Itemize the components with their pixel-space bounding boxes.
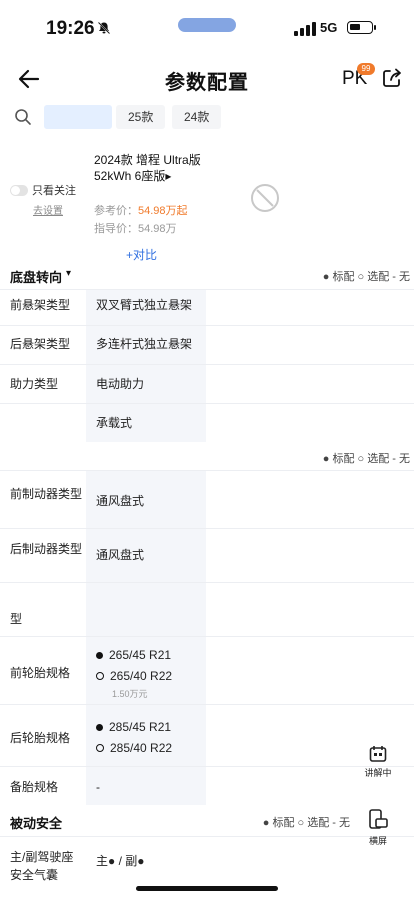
rotate-screen-icon — [369, 809, 388, 829]
network-type: 5G — [320, 20, 338, 35]
explain-button[interactable]: 讲解中 — [358, 744, 398, 788]
divider — [0, 364, 414, 365]
section-title[interactable]: 被动安全 — [10, 813, 62, 832]
tire-option-text: 285/45 R21 — [109, 720, 172, 734]
only-focus-toggle[interactable]: 只看关注 — [10, 182, 76, 198]
row-label: 助力类型 — [10, 377, 59, 391]
divider — [0, 325, 414, 326]
tire-option: 285/45 R21 — [96, 720, 171, 734]
tire-option-text: 285/40 R22 — [110, 741, 173, 755]
tire-option-text: 265/40 R22 — [110, 669, 173, 683]
toggle-switch[interactable] — [10, 184, 28, 196]
tire-option: 285/40 R22 — [96, 741, 172, 755]
guide-price-label: 指导价： — [94, 223, 138, 235]
divider — [0, 403, 414, 404]
bell-muted-icon — [97, 21, 111, 35]
year-chip-24[interactable]: 24款 — [172, 105, 222, 129]
optional-dot-icon — [96, 744, 104, 752]
divider — [0, 636, 414, 637]
share-icon[interactable] — [381, 67, 403, 89]
search-input[interactable] — [44, 105, 112, 129]
row-label: 前制动器类型 — [10, 487, 83, 501]
home-indicator — [136, 886, 278, 891]
reference-price-value[interactable]: 54.98万起 — [138, 205, 188, 217]
divider — [0, 289, 414, 290]
search-row: 25款 24款 — [0, 104, 414, 130]
divider — [0, 582, 414, 583]
battery-tip — [374, 25, 376, 30]
divider — [0, 766, 414, 767]
divider — [0, 470, 414, 471]
divider — [0, 704, 414, 705]
calendar-icon — [369, 746, 387, 762]
explain-label: 讲解中 — [364, 768, 392, 778]
row-value: 通风盘式 — [96, 494, 145, 508]
row-label: 主/副驾驶座安全气囊 — [10, 850, 74, 882]
divider — [0, 836, 414, 837]
nav-bar: 参数配置 PK 99 — [0, 58, 414, 102]
landscape-label: 横屏 — [368, 836, 387, 846]
go-settings-link[interactable]: 去设置 — [33, 202, 63, 217]
guide-price-value: 54.98万 — [138, 223, 177, 235]
tire-option: 265/45 R21 — [96, 648, 171, 662]
legend: ● 标配 ○ 选配 - 无 — [322, 271, 410, 283]
row-value: - — [96, 780, 100, 794]
standard-dot-icon — [96, 651, 103, 659]
clock: 19:26 — [46, 18, 95, 39]
optional-dot-icon — [96, 672, 104, 680]
row-value: 通风盘式 — [96, 548, 145, 562]
section-title[interactable]: 底盘转向 — [10, 267, 62, 286]
row-label: 前悬架类型 — [10, 298, 71, 312]
caret-down-icon[interactable]: ▾ — [66, 268, 71, 279]
option-price: 1.50万元 — [112, 689, 148, 699]
legend: ● 标配 ○ 选配 - 无 — [322, 453, 410, 465]
row-value: 承载式 — [96, 416, 133, 430]
row-value: 多连杆式独立悬架 — [96, 337, 193, 351]
standard-dot-icon — [96, 723, 103, 731]
status-bar: 19:26 5G — [0, 0, 414, 58]
tire-option-text: 265/45 R21 — [109, 648, 172, 662]
pk-count-badge: 99 — [357, 63, 375, 75]
car-name[interactable]: 2024款 增程 Ultra版 52kWh 6座版▸ — [94, 152, 206, 184]
signal-icon — [294, 22, 316, 36]
row-label: 型 — [10, 612, 23, 626]
section-chassis: 底盘转向 ▾ ● 标配 ○ 选配 - 无 — [0, 264, 414, 288]
section-passive-safety: 被动安全 ● 标配 ○ 选配 - 无 — [0, 810, 414, 834]
only-focus-label: 只看关注 — [32, 185, 76, 197]
row-label: 备胎规格 — [10, 780, 59, 794]
landscape-button[interactable]: 横屏 — [358, 808, 398, 852]
reference-price: 参考价：54.98万起 — [94, 202, 188, 218]
row-value: 双叉臂式独立悬架 — [96, 298, 193, 312]
add-compare-button[interactable]: +对比 — [126, 246, 157, 263]
row-label: 后轮胎规格 — [10, 731, 71, 745]
car-header: 只看关注 去设置 2024款 增程 Ultra版 52kWh 6座版▸ 参考价：… — [0, 134, 414, 264]
row-label: 后悬架类型 — [10, 337, 71, 351]
reference-price-label: 参考价： — [94, 205, 138, 217]
tire-option: 265/40 R22 — [96, 669, 172, 683]
row-value: 电动助力 — [96, 377, 145, 391]
dynamic-island — [178, 18, 236, 32]
section-brakes-header: ● 标配 ○ 选配 - 无 — [0, 446, 414, 470]
car-card: 2024款 增程 Ultra版 52kWh 6座版▸ 参考价：54.98万起 指… — [86, 138, 206, 262]
row-value: 主● / 副● — [96, 854, 145, 868]
battery-icon — [347, 21, 373, 34]
legend: ● 标配 ○ 选配 - 无 — [262, 817, 350, 829]
year-chip-25[interactable]: 25款 — [116, 105, 166, 129]
row-label: 前轮胎规格 — [10, 666, 71, 680]
search-icon[interactable] — [14, 108, 32, 126]
divider — [0, 528, 414, 529]
empty-slot-icon — [251, 184, 279, 212]
row-label: 后制动器类型 — [10, 542, 83, 556]
guide-price: 指导价：54.98万 — [94, 220, 177, 236]
